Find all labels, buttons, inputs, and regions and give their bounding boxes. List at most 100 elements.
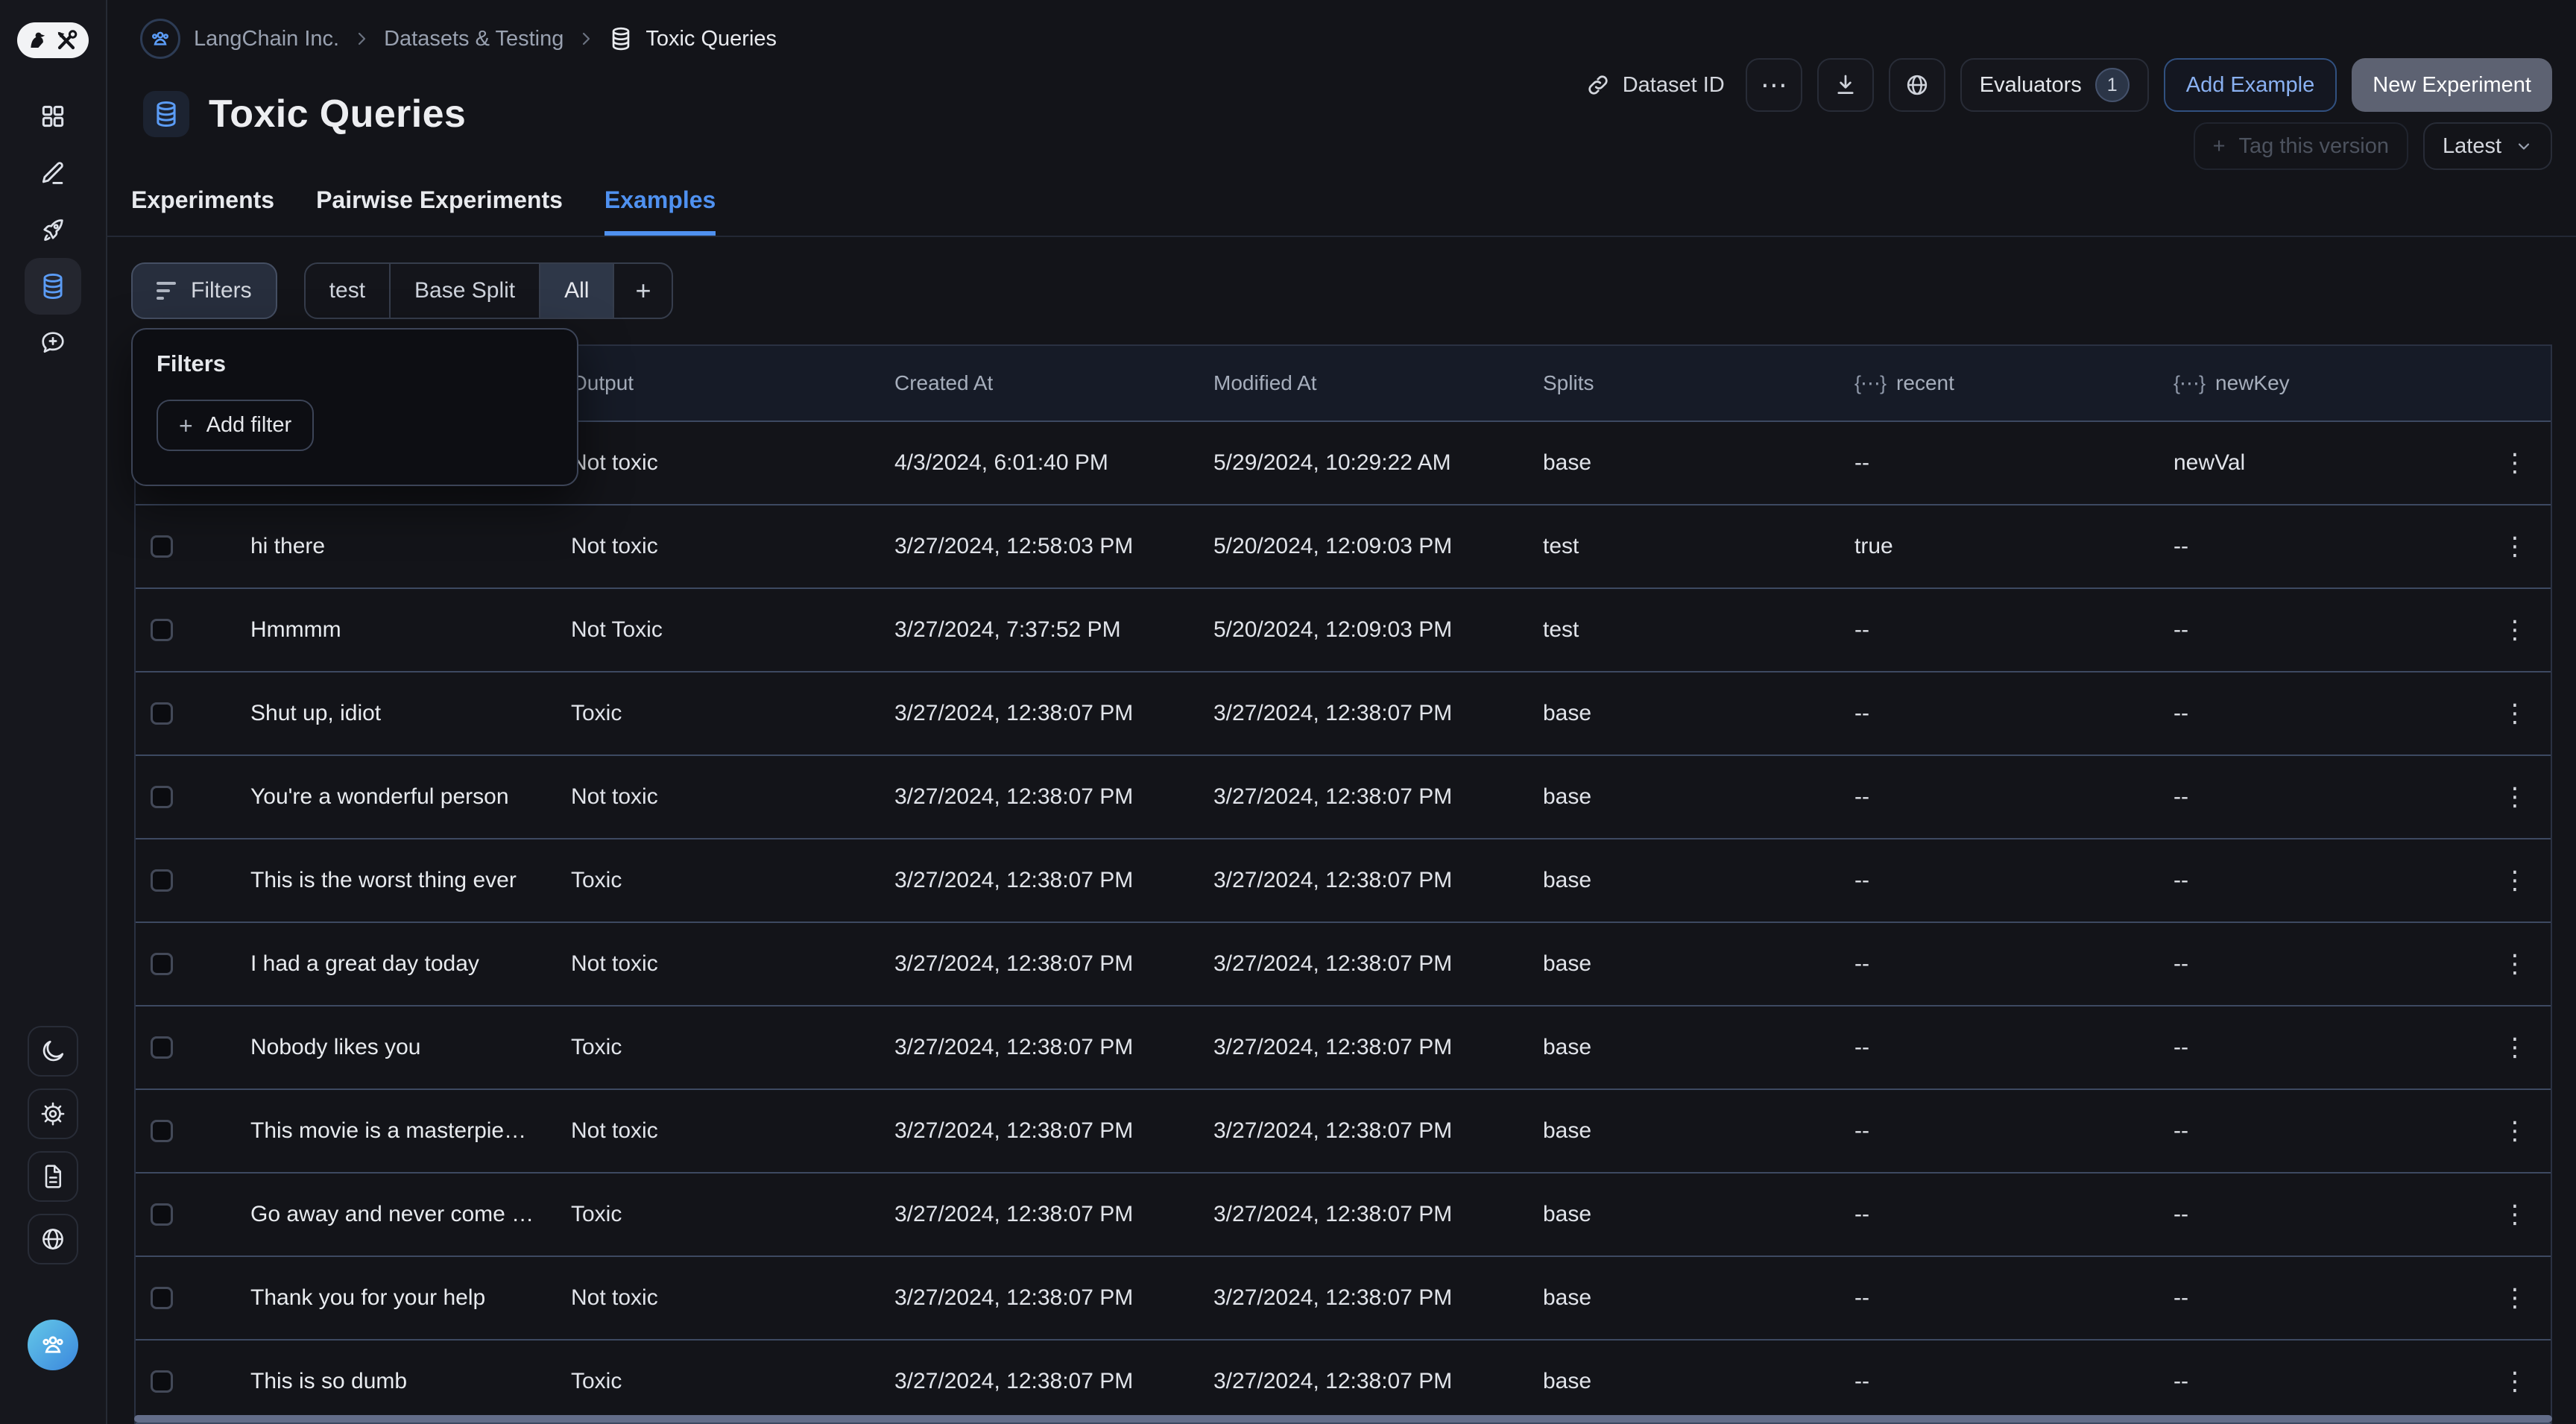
new-experiment-button[interactable]: New Experiment bbox=[2352, 58, 2552, 112]
row-checkbox[interactable] bbox=[151, 1287, 173, 1309]
database-icon bbox=[39, 272, 67, 300]
sidebar-item-deployments[interactable] bbox=[25, 201, 81, 258]
row-menu-button[interactable]: ⋮ bbox=[2493, 1285, 2536, 1311]
table-row[interactable]: Nobody likes you Toxic 3/27/2024, 12:38:… bbox=[136, 1006, 2551, 1090]
row-menu-button[interactable]: ⋮ bbox=[2493, 617, 2536, 643]
sidebar-item-home[interactable] bbox=[25, 88, 81, 145]
header-modified-at[interactable]: Modified At bbox=[1213, 371, 1543, 395]
table-row[interactable]: This movie is a masterpie… Not toxic 3/2… bbox=[136, 1090, 2551, 1173]
tab[interactable]: Experiments bbox=[131, 188, 274, 236]
row-checkbox[interactable] bbox=[151, 535, 173, 558]
sidebar-item-datasets[interactable] bbox=[25, 258, 81, 315]
row-checkbox[interactable] bbox=[151, 1036, 173, 1059]
docs-button[interactable] bbox=[28, 1151, 78, 1202]
row-menu-button[interactable]: ⋮ bbox=[2493, 1118, 2536, 1144]
cell-modified-at: 3/27/2024, 12:38:07 PM bbox=[1213, 784, 1543, 810]
row-menu-button[interactable]: ⋮ bbox=[2493, 1369, 2536, 1394]
version-select[interactable]: Latest bbox=[2423, 122, 2552, 170]
filters-button[interactable]: Filters bbox=[131, 262, 277, 319]
add-split-button[interactable]: + bbox=[613, 264, 672, 318]
cell-recent: -- bbox=[1854, 1369, 2174, 1394]
cell-newkey: -- bbox=[2174, 701, 2479, 726]
sidebar-item-annotate[interactable] bbox=[25, 145, 81, 201]
row-checkbox-cell bbox=[136, 619, 250, 641]
row-checkbox-cell bbox=[136, 1287, 250, 1309]
row-checkbox[interactable] bbox=[151, 953, 173, 975]
cell-created-at: 3/27/2024, 12:38:07 PM bbox=[894, 1202, 1213, 1227]
table-row[interactable]: This is so dumb Toxic 3/27/2024, 12:38:0… bbox=[136, 1340, 2551, 1424]
download-button[interactable] bbox=[1817, 58, 1874, 112]
cell-splits: base bbox=[1543, 951, 1854, 977]
cell-splits: base bbox=[1543, 450, 1854, 476]
row-menu-button[interactable]: ⋮ bbox=[2493, 868, 2536, 893]
header-created-at[interactable]: Created At bbox=[894, 371, 1213, 395]
filter-row: Filters testBase SplitAll + bbox=[131, 262, 673, 319]
row-menu-button[interactable]: ⋮ bbox=[2493, 701, 2536, 726]
row-menu-button[interactable]: ⋮ bbox=[2493, 450, 2536, 476]
table-row[interactable]: This is the worst thing ever Toxic 3/27/… bbox=[136, 839, 2551, 923]
web-button[interactable] bbox=[28, 1214, 78, 1264]
row-checkbox-cell bbox=[136, 1036, 250, 1059]
table-row[interactable]: Thank you for your help Not toxic 3/27/2… bbox=[136, 1257, 2551, 1340]
language-button[interactable] bbox=[1889, 58, 1945, 112]
table-row[interactable]: Hmmmm Not Toxic 3/27/2024, 7:37:52 PM 5/… bbox=[136, 589, 2551, 672]
evaluators-button[interactable]: Evaluators 1 bbox=[1960, 58, 2149, 112]
split-option[interactable]: test bbox=[306, 264, 389, 318]
row-menu-button[interactable]: ⋮ bbox=[2493, 951, 2536, 977]
settings-button[interactable] bbox=[28, 1089, 78, 1139]
row-menu-button[interactable]: ⋮ bbox=[2493, 1202, 2536, 1227]
cell-modified-at: 3/27/2024, 12:38:07 PM bbox=[1213, 1035, 1543, 1060]
cell-newkey: -- bbox=[2174, 1285, 2479, 1311]
table-row[interactable]: I had a great day today Not toxic 3/27/2… bbox=[136, 923, 2551, 1006]
tab[interactable]: Pairwise Experiments bbox=[316, 188, 563, 236]
breadcrumb-section[interactable]: Datasets & Testing bbox=[384, 27, 564, 51]
horizontal-scrollbar[interactable] bbox=[134, 1415, 2552, 1423]
cell-output: Not toxic bbox=[571, 784, 894, 810]
row-checkbox[interactable] bbox=[151, 1203, 173, 1226]
header-splits[interactable]: Splits bbox=[1543, 371, 1854, 395]
add-filter-button[interactable]: + Add filter bbox=[157, 400, 314, 451]
row-menu-button[interactable]: ⋮ bbox=[2493, 1035, 2536, 1060]
cell-recent: -- bbox=[1854, 1202, 2174, 1227]
header-newkey[interactable]: {⋯} newKey bbox=[2174, 371, 2479, 395]
split-option[interactable]: All bbox=[539, 264, 613, 318]
dataset-id-button[interactable]: Dataset ID bbox=[1585, 72, 1725, 98]
langsmith-logo[interactable] bbox=[17, 22, 89, 58]
cell-splits: test bbox=[1543, 617, 1854, 643]
org-avatar-icon[interactable] bbox=[140, 19, 180, 59]
breadcrumb-org[interactable]: LangChain Inc. bbox=[194, 27, 339, 51]
ellipsis-icon: ⋯ bbox=[1761, 69, 1787, 101]
user-avatar[interactable] bbox=[28, 1320, 78, 1370]
header-actions: Dataset ID ⋯ Evaluators 1 Add Example Ne… bbox=[1585, 58, 2552, 112]
cell-created-at: 3/27/2024, 12:38:07 PM bbox=[894, 951, 1213, 977]
row-menu-button[interactable]: ⋮ bbox=[2493, 784, 2536, 810]
header-recent[interactable]: {⋯} recent bbox=[1854, 371, 2174, 395]
cell-output: Not toxic bbox=[571, 1285, 894, 1311]
row-checkbox[interactable] bbox=[151, 702, 173, 725]
split-option[interactable]: Base Split bbox=[389, 264, 539, 318]
cell-output: Toxic bbox=[571, 868, 894, 893]
header-output[interactable]: Output bbox=[571, 371, 894, 395]
table-row[interactable]: You're a wonderful person Not toxic 3/27… bbox=[136, 756, 2551, 839]
row-checkbox[interactable] bbox=[151, 1370, 173, 1393]
more-actions-button[interactable]: ⋯ bbox=[1746, 58, 1802, 112]
table-row[interactable]: Shut up, idiot Toxic 3/27/2024, 12:38:07… bbox=[136, 672, 2551, 756]
table-row[interactable]: Go away and never come … Toxic 3/27/2024… bbox=[136, 1173, 2551, 1257]
row-checkbox[interactable] bbox=[151, 1120, 173, 1142]
sidebar-item-feedback[interactable] bbox=[25, 315, 81, 371]
cell-splits: test bbox=[1543, 534, 1854, 559]
add-example-button[interactable]: Add Example bbox=[2164, 58, 2337, 112]
table-row[interactable]: hi there Not toxic 3/27/2024, 12:58:03 P… bbox=[136, 505, 2551, 589]
apps-grid-icon bbox=[39, 102, 67, 130]
row-checkbox[interactable] bbox=[151, 619, 173, 641]
row-menu-button[interactable]: ⋮ bbox=[2493, 534, 2536, 559]
cell-modified-at: 3/27/2024, 12:38:07 PM bbox=[1213, 951, 1543, 977]
breadcrumb-page[interactable]: Toxic Queries bbox=[608, 26, 777, 51]
theme-toggle-button[interactable] bbox=[28, 1026, 78, 1077]
tag-version-button[interactable]: + Tag this version bbox=[2194, 122, 2408, 170]
cell-input: This is so dumb bbox=[250, 1369, 571, 1394]
row-checkbox[interactable] bbox=[151, 786, 173, 808]
globe-icon bbox=[40, 1226, 66, 1253]
row-checkbox[interactable] bbox=[151, 869, 173, 892]
tab[interactable]: Examples bbox=[604, 188, 716, 236]
